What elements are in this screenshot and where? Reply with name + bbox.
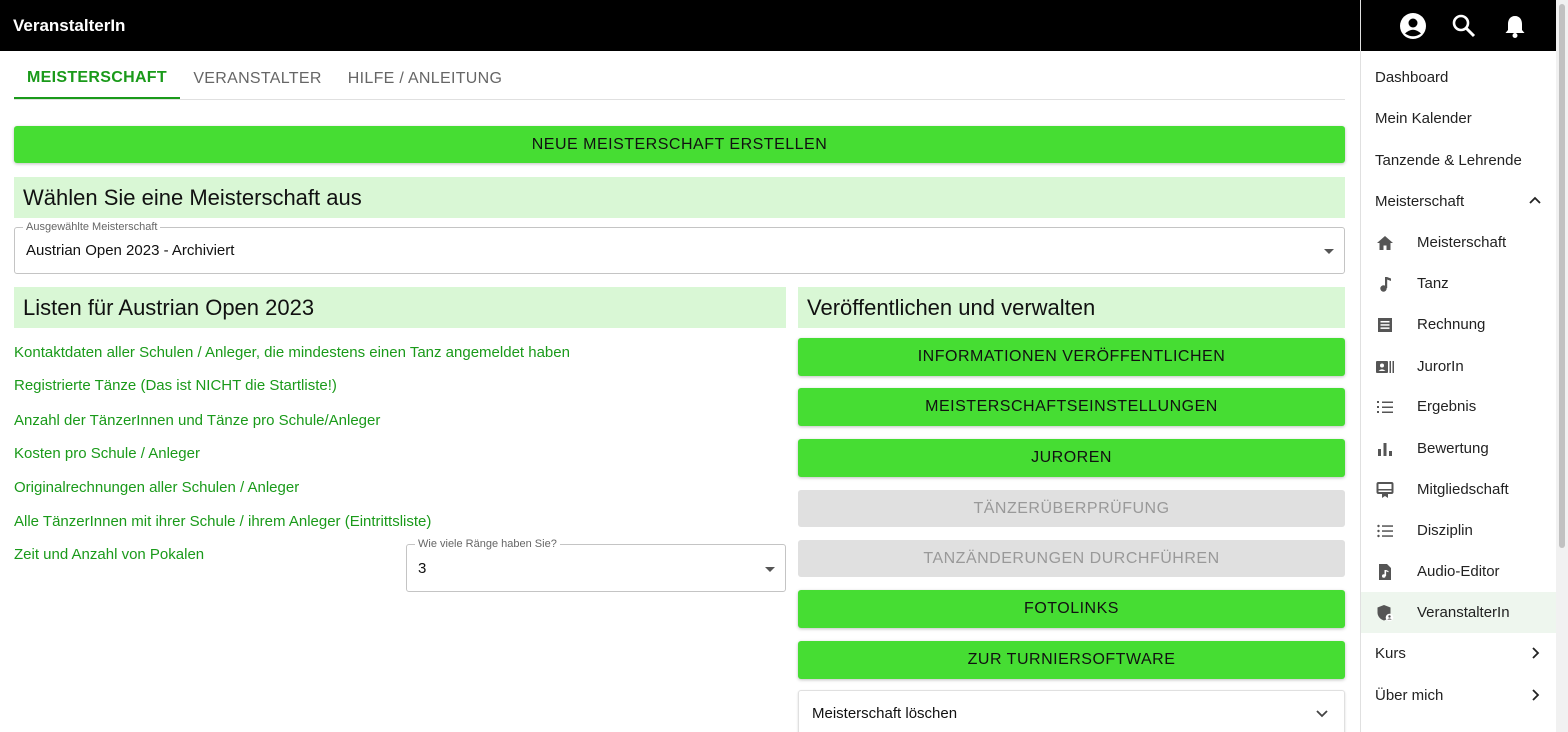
sidebar-item-label: Ergebnis bbox=[1417, 398, 1477, 415]
delete-championship-accordion[interactable]: Meisterschaft löschen bbox=[798, 690, 1345, 732]
delete-championship-label: Meisterschaft löschen bbox=[812, 705, 958, 722]
sidebar-group-meisterschaft[interactable]: Meisterschaft bbox=[1361, 181, 1557, 222]
link-contact-data[interactable]: Kontaktdaten aller Schulen / Anleger, di… bbox=[14, 344, 570, 361]
tab-veranstalter[interactable]: VERANSTALTER bbox=[180, 58, 335, 99]
tournament-software-button[interactable]: ZUR TURNIERSOFTWARE bbox=[798, 641, 1345, 679]
sidebar-item-label: Dashboard bbox=[1375, 69, 1449, 86]
dropdown-arrow-icon bbox=[1324, 249, 1334, 254]
tab-bar: MEISTERSCHAFT VERANSTALTER HILFE / ANLEI… bbox=[14, 58, 1345, 100]
ranks-select-label: Wie viele Ränge haben Sie? bbox=[415, 538, 560, 550]
sidebar-item-mein-kalender[interactable]: Mein Kalender bbox=[1361, 98, 1557, 139]
sidebar-item-label: Tanzende & Lehrende bbox=[1375, 152, 1522, 169]
app-title: VeranstalterIn bbox=[13, 16, 126, 35]
link-registered-dances[interactable]: Registrierte Tänze (Das ist NICHT die St… bbox=[14, 377, 337, 394]
chevron-down-icon bbox=[1316, 710, 1328, 718]
music-note-icon bbox=[1375, 274, 1395, 294]
sidebar-item-tanz[interactable]: Tanz bbox=[1361, 263, 1557, 304]
sidebar-item-veranstalterin[interactable]: VeranstalterIn bbox=[1361, 592, 1557, 633]
ranks-select[interactable]: Wie viele Ränge haben Sie? 3 bbox=[406, 538, 786, 592]
sidebar-item-label: VeranstalterIn bbox=[1417, 604, 1510, 621]
tab-hilfe-anleitung[interactable]: HILFE / ANLEITUNG bbox=[335, 58, 515, 99]
id-card-icon bbox=[1375, 357, 1395, 377]
page-scrollbar[interactable] bbox=[1556, 0, 1568, 732]
list-numbered-icon bbox=[1375, 397, 1395, 417]
link-original-invoices[interactable]: Originalrechnungen aller Schulen / Anleg… bbox=[14, 479, 299, 496]
sidebar-item-audio-editor[interactable]: Audio-Editor bbox=[1361, 551, 1557, 592]
account-circle-icon[interactable] bbox=[1398, 11, 1428, 41]
sidebar-item-label: Über mich bbox=[1375, 687, 1444, 704]
card-membership-icon bbox=[1375, 480, 1395, 500]
sidebar-item-dashboard[interactable]: Dashboard bbox=[1361, 57, 1557, 98]
sidebar-item-label: Meisterschaft bbox=[1375, 193, 1465, 210]
sidebar-item-tanzende-lehrende[interactable]: Tanzende & Lehrende bbox=[1361, 140, 1557, 181]
sidebar-item-label: Rechnung bbox=[1417, 316, 1486, 333]
sidebar-item-label: Kurs bbox=[1375, 645, 1406, 662]
sidebar-item-jurorin[interactable]: JurorIn bbox=[1361, 346, 1557, 387]
publish-heading: Veröffentlichen und verwalten bbox=[798, 287, 1345, 328]
link-dancers-count[interactable]: Anzahl der TänzerInnen und Tänze pro Sch… bbox=[14, 412, 380, 429]
championship-select[interactable]: Ausgewählte Meisterschaft Austrian Open … bbox=[14, 221, 1345, 274]
link-trophies[interactable]: Zeit und Anzahl von Pokalen bbox=[14, 546, 204, 563]
photo-links-button[interactable]: FOTOLINKS bbox=[798, 590, 1345, 628]
sidebar-item-meisterschaft[interactable]: Meisterschaft bbox=[1361, 222, 1557, 263]
chevron-right-icon bbox=[1532, 689, 1540, 701]
sidebar-item-mitgliedschaft[interactable]: Mitgliedschaft bbox=[1361, 469, 1557, 510]
search-icon[interactable] bbox=[1449, 11, 1479, 41]
list-icon bbox=[1375, 521, 1395, 541]
chevron-right-icon bbox=[1532, 647, 1540, 659]
audio-file-icon bbox=[1375, 562, 1395, 582]
sidebar-item-label: Bewertung bbox=[1417, 440, 1489, 457]
sidebar-item-ergebnis[interactable]: Ergebnis bbox=[1361, 386, 1557, 427]
championship-select-label: Ausgewählte Meisterschaft bbox=[23, 221, 161, 233]
link-entry-list[interactable]: Alle TänzerInnen mit ihrer Schule / ihre… bbox=[14, 513, 431, 530]
dancer-check-button[interactable]: TÄNZERÜBERPRÜFUNG bbox=[798, 490, 1345, 527]
dance-changes-button[interactable]: TANZÄNDERUNGEN DURCHFÜHREN bbox=[798, 540, 1345, 577]
championship-settings-button[interactable]: MEISTERSCHAFTSEINSTELLUNGEN bbox=[798, 388, 1345, 426]
sidebar-item-label: JurorIn bbox=[1417, 358, 1464, 375]
drawer-header bbox=[1361, 0, 1556, 51]
shield-user-icon bbox=[1375, 603, 1395, 623]
publish-info-button[interactable]: INFORMATIONEN VERÖFFENTLICHEN bbox=[798, 338, 1345, 376]
navigation-drawer: Dashboard Mein Kalender Tanzende & Lehre… bbox=[1360, 0, 1557, 732]
dropdown-arrow-icon bbox=[765, 567, 775, 572]
sidebar-item-label: Mitgliedschaft bbox=[1417, 481, 1509, 498]
lists-heading: Listen für Austrian Open 2023 bbox=[14, 287, 786, 328]
link-costs[interactable]: Kosten pro Schule / Anleger bbox=[14, 445, 200, 462]
championship-select-value: Austrian Open 2023 - Archiviert bbox=[26, 242, 235, 259]
sidebar-group-ueber-mich[interactable]: Über mich bbox=[1361, 675, 1557, 716]
sidebar-item-disziplin[interactable]: Disziplin bbox=[1361, 510, 1557, 551]
sidebar-item-label: Audio-Editor bbox=[1417, 563, 1500, 580]
home-icon bbox=[1375, 233, 1395, 253]
choose-championship-heading: Wählen Sie eine Meisterschaft aus bbox=[14, 177, 1345, 218]
judges-button[interactable]: JUROREN bbox=[798, 439, 1345, 477]
receipt-icon bbox=[1375, 315, 1395, 335]
chevron-up-icon bbox=[1529, 196, 1541, 204]
sidebar-item-label: Mein Kalender bbox=[1375, 110, 1472, 127]
top-app-bar: VeranstalterIn bbox=[0, 0, 1360, 51]
sidebar-item-label: Disziplin bbox=[1417, 522, 1473, 539]
create-championship-button[interactable]: NEUE MEISTERSCHAFT ERSTELLEN bbox=[14, 126, 1345, 163]
sidebar-item-label: Tanz bbox=[1417, 275, 1449, 292]
tab-meisterschaft[interactable]: MEISTERSCHAFT bbox=[14, 58, 180, 99]
scrollbar-thumb[interactable] bbox=[1559, 4, 1565, 548]
bar-chart-icon bbox=[1375, 439, 1395, 459]
sidebar-item-rechnung[interactable]: Rechnung bbox=[1361, 304, 1557, 345]
bell-icon[interactable] bbox=[1500, 11, 1530, 41]
sidebar-item-bewertung[interactable]: Bewertung bbox=[1361, 428, 1557, 469]
sidebar-group-kurs[interactable]: Kurs bbox=[1361, 633, 1557, 674]
sidebar-item-label: Meisterschaft bbox=[1417, 234, 1507, 251]
ranks-select-value: 3 bbox=[418, 560, 427, 577]
